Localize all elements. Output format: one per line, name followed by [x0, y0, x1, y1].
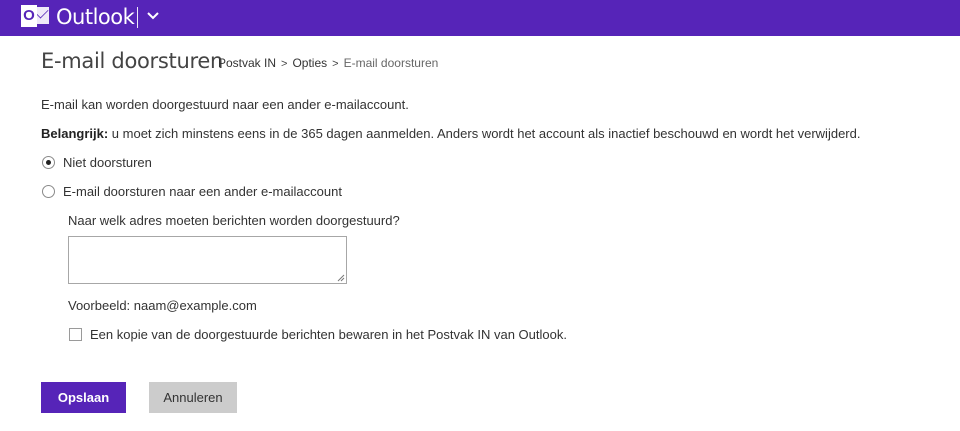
forward-address-input[interactable]	[68, 236, 347, 284]
header-divider	[137, 7, 138, 28]
logo-letter: O	[21, 5, 37, 27]
important-text: u moet zich minstens eens in de 365 dage…	[108, 126, 861, 141]
radio-no-forwarding[interactable]	[42, 156, 55, 169]
example-text: Voorbeeld: naam@example.com	[68, 298, 257, 313]
important-notice: Belangrijk: u moet zich minstens eens in…	[41, 125, 860, 143]
intro-text: E-mail kan worden doorgestuurd naar een …	[41, 97, 409, 112]
save-button[interactable]: Opslaan	[41, 382, 126, 413]
address-question: Naar welk adres moeten berichten worden …	[68, 213, 400, 228]
page-title: E-mail doorsturen	[41, 49, 223, 73]
keep-copy-label[interactable]: Een kopie van de doorgestuurde berichten…	[90, 326, 567, 344]
outlook-logo-icon[interactable]: O	[21, 5, 50, 27]
option-no-forwarding-label[interactable]: Niet doorsturen	[63, 154, 152, 172]
app-title[interactable]: Outlook	[56, 4, 135, 30]
cancel-button[interactable]: Annuleren	[149, 382, 237, 413]
top-bar: O Outlook	[0, 0, 960, 36]
breadcrumb-separator: >	[332, 58, 339, 70]
breadcrumb-item-options[interactable]: Opties	[292, 56, 327, 70]
breadcrumb-separator: >	[281, 58, 288, 70]
resize-grip-icon[interactable]	[337, 274, 345, 282]
breadcrumb-item-current: E-mail doorsturen	[343, 56, 439, 70]
breadcrumb: Postvak IN > Opties > E-mail doorsturen	[218, 55, 438, 72]
important-label: Belangrijk:	[41, 126, 109, 141]
keep-copy-checkbox[interactable]	[69, 328, 82, 341]
option-forward-label[interactable]: E-mail doorsturen naar een ander e-maila…	[63, 183, 342, 201]
breadcrumb-item-inbox[interactable]: Postvak IN	[218, 56, 276, 70]
radio-forward-email[interactable]	[42, 185, 55, 198]
chevron-down-icon[interactable]	[145, 7, 161, 25]
